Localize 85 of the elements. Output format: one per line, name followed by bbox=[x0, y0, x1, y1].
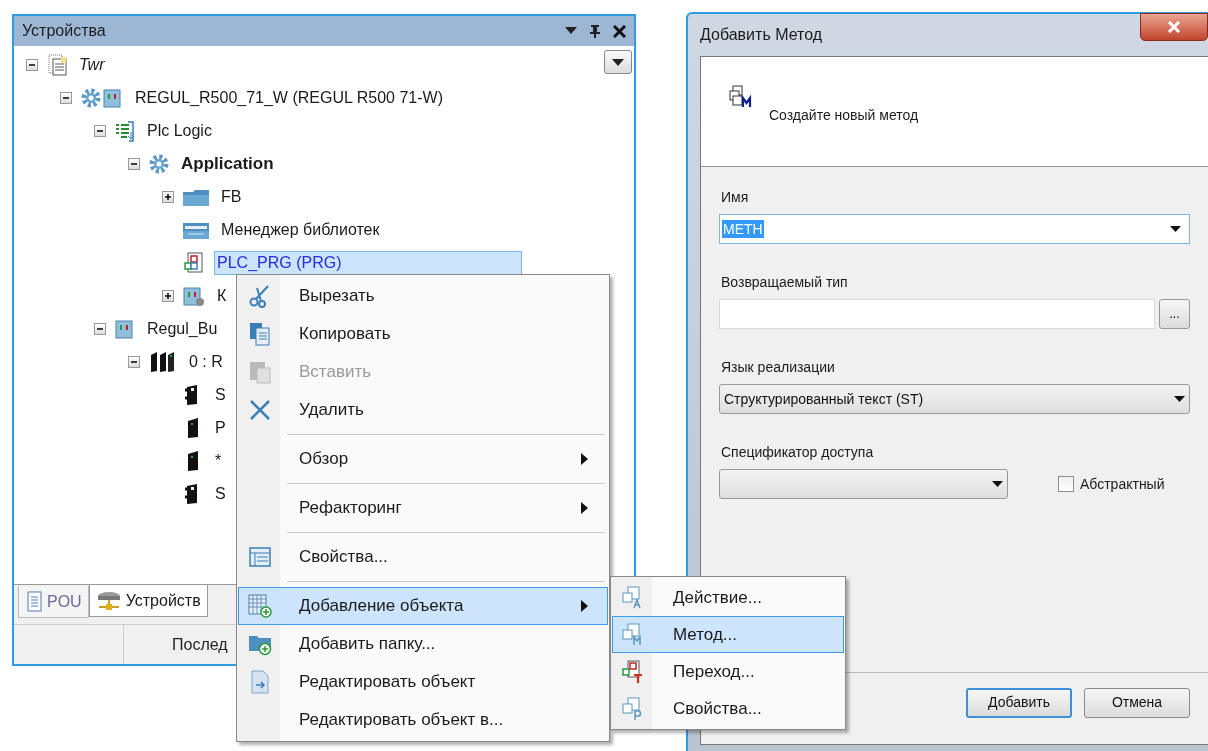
dropdown[interactable] bbox=[719, 469, 1008, 499]
document-icon bbox=[46, 53, 68, 76]
cabinet-icon bbox=[114, 317, 136, 340]
tree-item[interactable]: 0 : R bbox=[186, 349, 226, 374]
menu-item[interactable]: Переход... bbox=[612, 653, 844, 690]
document-icon bbox=[25, 590, 43, 613]
menu-item[interactable]: Удалить bbox=[238, 391, 608, 429]
grid-add-icon bbox=[248, 594, 272, 618]
delete-x-icon bbox=[248, 398, 272, 422]
tree-item[interactable]: S bbox=[212, 481, 229, 506]
collapse-toggle[interactable] bbox=[26, 58, 38, 71]
edit-document-icon bbox=[248, 670, 272, 694]
plus-icon bbox=[164, 291, 172, 300]
cabinet-gear-icon bbox=[182, 284, 206, 307]
collapse-toggle[interactable] bbox=[60, 91, 72, 104]
network-drive-icon bbox=[95, 589, 122, 612]
text-field[interactable] bbox=[719, 299, 1155, 329]
program-block-icon bbox=[182, 251, 206, 274]
collapse-toggle[interactable] bbox=[128, 157, 140, 170]
tree-item[interactable]: Plc Logic bbox=[144, 118, 215, 143]
dropdown-arrow-icon bbox=[1170, 225, 1181, 233]
submenu-arrow-icon bbox=[581, 502, 589, 514]
tree-item[interactable]: Application bbox=[178, 151, 277, 176]
gear-cabinet-icon bbox=[80, 86, 124, 109]
dropdown-arrow-icon bbox=[992, 480, 1003, 488]
dropdown-arrow-icon bbox=[1174, 395, 1185, 403]
tree-item[interactable]: Twr bbox=[76, 52, 108, 77]
menu-item[interactable]: Обзор bbox=[238, 440, 608, 478]
copy-icon bbox=[248, 322, 272, 346]
field-label: Возвращаемый тип bbox=[721, 273, 849, 292]
tree-item[interactable]: FB bbox=[218, 184, 245, 209]
field-label: Язык реализации bbox=[721, 358, 836, 377]
gear-icon bbox=[148, 152, 170, 175]
tree-item[interactable]: Regul_Bu bbox=[144, 316, 221, 341]
collapse-toggle[interactable] bbox=[128, 355, 140, 368]
dropdown[interactable]: Структурированный текст (ST) bbox=[719, 384, 1190, 414]
tab[interactable]: Устройств bbox=[88, 585, 208, 617]
scissors-icon bbox=[248, 284, 272, 308]
menu-item[interactable]: Действие... bbox=[612, 579, 844, 616]
properties-icon bbox=[248, 545, 272, 569]
menu-item[interactable]: Добавление объекта bbox=[238, 587, 608, 625]
field-label: Имя bbox=[721, 188, 750, 207]
dropdown-button[interactable] bbox=[604, 50, 632, 74]
dialog-title: Добавить Метод bbox=[700, 25, 823, 45]
status-text: Послед bbox=[172, 634, 228, 655]
pin-icon[interactable] bbox=[589, 24, 601, 38]
menu-item[interactable]: Свойства... bbox=[238, 538, 608, 576]
close-icon[interactable] bbox=[613, 24, 626, 38]
menu-item[interactable]: Вырезать bbox=[238, 277, 608, 315]
menu-item[interactable]: Рефакторинг bbox=[238, 489, 608, 527]
tree-item[interactable]: * bbox=[212, 448, 225, 473]
tree-item[interactable]: S bbox=[212, 382, 229, 407]
plus-icon bbox=[164, 192, 172, 201]
tab[interactable]: POU bbox=[18, 586, 89, 618]
dialog-button[interactable]: Добавить bbox=[966, 687, 1072, 718]
checkbox[interactable] bbox=[1058, 476, 1074, 492]
checkbox-label: Абстрактный bbox=[1080, 474, 1165, 494]
close-icon bbox=[1167, 21, 1181, 33]
tree-item[interactable]: Менеджер библиотек bbox=[218, 217, 383, 242]
collapse-toggle[interactable] bbox=[94, 124, 106, 137]
browse-button[interactable]: ... bbox=[1159, 299, 1190, 329]
submenu-arrow-icon bbox=[581, 600, 589, 612]
tree-item[interactable]: P bbox=[212, 415, 229, 440]
expand-toggle[interactable] bbox=[162, 190, 174, 203]
caret-icon bbox=[612, 58, 624, 66]
dialog-button[interactable]: Отмена bbox=[1084, 687, 1190, 718]
collapse-toggle[interactable] bbox=[94, 322, 106, 335]
panel-title: Устройства bbox=[22, 21, 107, 41]
tree-item[interactable]: К bbox=[214, 283, 230, 308]
menu-item[interactable]: Метод... bbox=[612, 616, 844, 653]
menu-item[interactable]: Добавить папку... bbox=[238, 625, 608, 663]
menu-item[interactable]: Редактировать объект в... bbox=[238, 701, 608, 739]
dropdown-arrow-icon[interactable] bbox=[565, 27, 577, 35]
menu-item[interactable]: Свойства... bbox=[612, 690, 844, 727]
dialog-heading: Создайте новый метод bbox=[769, 106, 919, 125]
transition-block-icon bbox=[621, 659, 645, 684]
field-label: Спецификатор доступа bbox=[721, 443, 875, 462]
tree-item[interactable]: PLC_PRG (PRG) bbox=[214, 250, 523, 275]
expand-toggle[interactable] bbox=[162, 289, 174, 302]
submenu-arrow-icon bbox=[581, 453, 589, 465]
logic-list-icon bbox=[114, 119, 136, 142]
close-button[interactable] bbox=[1140, 13, 1208, 41]
tree-item[interactable]: REGUL_R500_71_W (REGUL R500 71-W) bbox=[132, 85, 446, 110]
menu-item[interactable]: Редактировать объект bbox=[238, 663, 608, 701]
menu-item[interactable]: Копировать bbox=[238, 315, 608, 353]
